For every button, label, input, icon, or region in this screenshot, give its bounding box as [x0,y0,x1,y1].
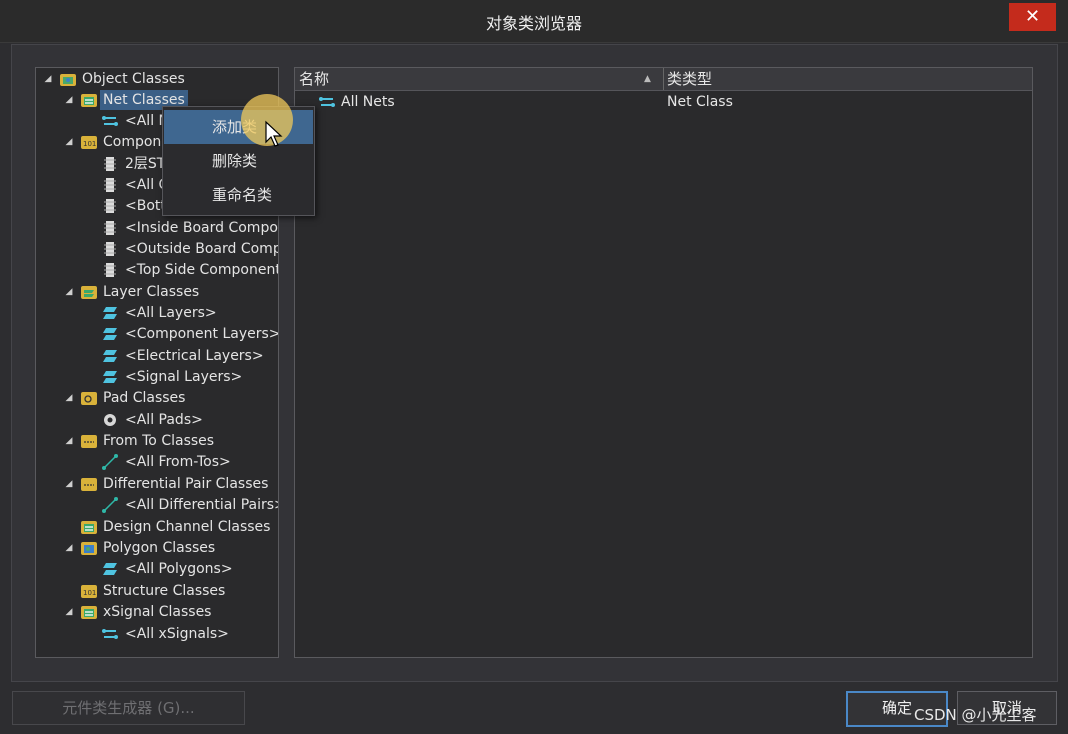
column-header-type[interactable]: 类类型 [667,68,712,90]
tree-label: <Signal Layers> [125,369,243,385]
net-icon [102,629,118,639]
component-icon [104,157,116,171]
layer-icon [103,350,117,362]
tree-label: <All xSignals> [125,626,229,642]
diffpair-icon [102,497,118,513]
folder-icon [60,74,76,86]
window-title: 对象类浏览器 [485,14,582,33]
menu-item-label: 重命名类 [212,186,273,204]
net-folder-icon [81,94,97,107]
svg-text:101: 101 [83,589,96,597]
menu-item-label: 删除类 [212,152,258,170]
menu-item-delete-class[interactable]: 删除类 [164,144,313,178]
tree-label: <Inside Board Components> [125,220,278,236]
pad-icon [104,414,116,426]
expand-arrow-icon[interactable]: ◢ [63,90,75,110]
pad-folder-icon [81,392,97,405]
tree-label: Pad Classes [103,390,186,406]
tree-label: Differential Pair Classes [103,476,269,492]
component-icon [104,178,116,192]
tree-label: Object Classes [82,71,185,87]
tree-label: <Outside Board Components> [125,241,278,257]
tree-label: From To Classes [103,433,215,449]
channel-folder-icon [81,521,97,534]
component-icon [104,242,116,256]
xsignal-folder-icon [81,606,97,619]
structure-folder-icon: 101 [81,585,97,598]
component-icon [104,199,116,213]
expand-arrow-icon[interactable]: ◢ [63,282,75,302]
tree-label: <All From-Tos> [125,454,231,470]
net-icon [319,97,335,107]
tree-label: Layer Classes [103,284,200,300]
title-bar: 对象类浏览器 ✕ [0,0,1068,43]
tree-label: Structure Classes [103,583,226,599]
column-divider[interactable] [663,68,664,90]
polygon-folder-icon [81,542,97,555]
row-type: Net Class [667,94,733,110]
component-icon [104,263,116,277]
expand-arrow-icon[interactable]: ◢ [63,132,75,152]
mouse-cursor-icon [265,120,283,147]
class-list[interactable]: 名称 ▲ 类类型 All Nets Net Class [294,67,1033,658]
column-header-name[interactable]: 名称 [299,68,329,90]
class-generator-button[interactable]: 元件类生成器 (G)... [12,691,245,725]
component-icon [104,221,116,235]
net-icon [102,116,118,126]
tree-label: <Electrical Layers> [125,348,264,364]
list-row[interactable]: All Nets Net Class [295,92,1032,112]
expand-arrow-icon[interactable]: ◢ [63,388,75,408]
fromto-icon [102,454,118,470]
component-folder-icon: 101 [81,136,97,149]
tree-label: <All Layers> [125,305,217,321]
tree-label: <All Polygons> [125,561,233,577]
layer-icon [103,371,117,383]
tree-label: Design Channel Classes [103,519,271,535]
expand-arrow-icon[interactable]: ◢ [63,602,75,622]
fromto-folder-icon [81,435,97,448]
expand-arrow-icon[interactable]: ◢ [63,474,75,494]
tree-label: <All Differential Pairs> [125,497,279,513]
menu-item-rename-class[interactable]: 重命名类 [164,178,313,212]
tree-label: <Top Side Components> [125,262,278,278]
layer-folder-icon [81,286,97,299]
diffpair-folder-icon [81,478,97,491]
layer-icon [103,328,117,340]
expand-arrow-icon[interactable]: ◢ [63,538,75,558]
layer-icon [103,307,117,319]
polygon-icon [103,563,117,575]
watermark: CSDN @小光尘客 [914,706,1037,724]
list-header: 名称 ▲ 类类型 [295,68,1032,91]
tree-label: xSignal Classes [103,604,212,620]
tree-label: <Component Layers> [125,326,279,342]
expand-arrow-icon[interactable]: ◢ [63,431,75,451]
close-button[interactable]: ✕ [1009,3,1056,31]
expand-arrow-icon[interactable]: ◢ [42,69,54,89]
sort-ascending-icon[interactable]: ▲ [644,68,651,90]
row-name: All Nets [341,94,395,110]
svg-text:101: 101 [83,140,96,148]
tree-label: Polygon Classes [103,540,216,556]
tree-label: <All Pads> [125,412,203,428]
